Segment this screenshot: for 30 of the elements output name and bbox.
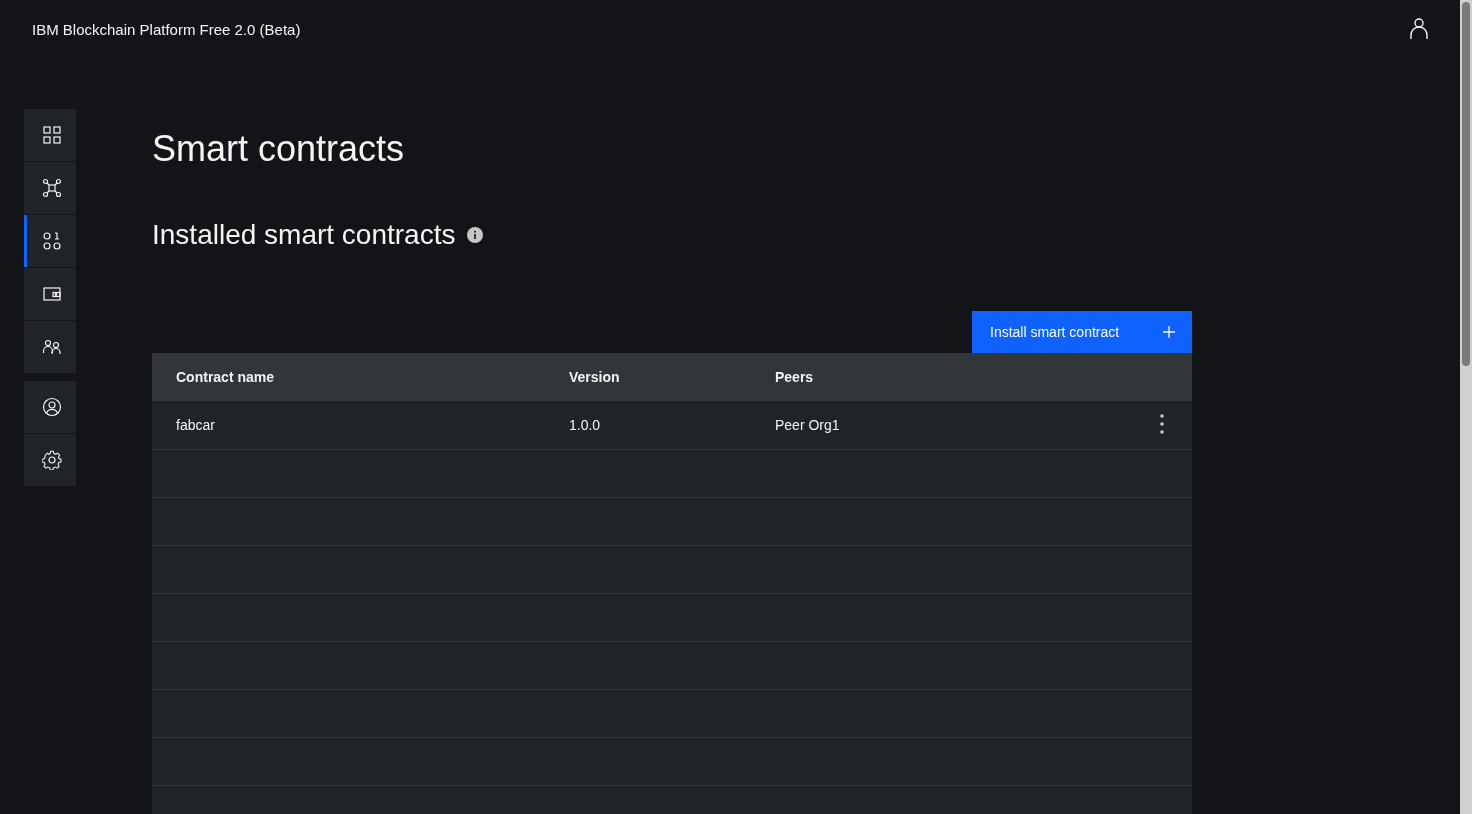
column-header[interactable]: Version (545, 353, 751, 401)
plus-icon (1162, 325, 1176, 339)
section-title: Installed smart contracts (152, 218, 456, 252)
sidebar-item[interactable] (24, 109, 76, 161)
user-icon[interactable] (1410, 18, 1428, 40)
table-cell: Peer Org1 (751, 401, 1132, 450)
column-header[interactable]: Contract name (152, 353, 545, 401)
sidebar-item[interactable] (24, 215, 76, 267)
column-header[interactable]: Peers (751, 353, 1132, 401)
users-icon (41, 337, 62, 357)
user-circle-icon (41, 397, 62, 417)
overflow-menu-icon[interactable] (1160, 413, 1164, 434)
page-title: Smart contracts (152, 127, 406, 171)
app-title: IBM Blockchain Platform Free 2.0 (Beta) (32, 20, 301, 38)
sidebar-item[interactable] (24, 381, 76, 433)
network-icon (41, 178, 62, 198)
sidebar-item[interactable] (24, 321, 76, 373)
sidebar-item[interactable] (24, 162, 76, 214)
scrollbar-thumb[interactable] (1462, 2, 1470, 366)
sidebar-item[interactable] (24, 434, 76, 486)
scrollbar[interactable] (1460, 0, 1472, 814)
info-icon[interactable] (467, 227, 484, 243)
wallet-icon (41, 284, 62, 304)
sidebar-item[interactable] (24, 268, 76, 320)
table-cell: 1.0.0 (545, 401, 751, 450)
grid-icon (41, 125, 62, 145)
install-button[interactable]: Install smart contract (972, 311, 1192, 353)
settings-icon (41, 450, 62, 470)
table-cell: fabcar (152, 401, 545, 450)
circles-and-one-icon (41, 231, 62, 251)
